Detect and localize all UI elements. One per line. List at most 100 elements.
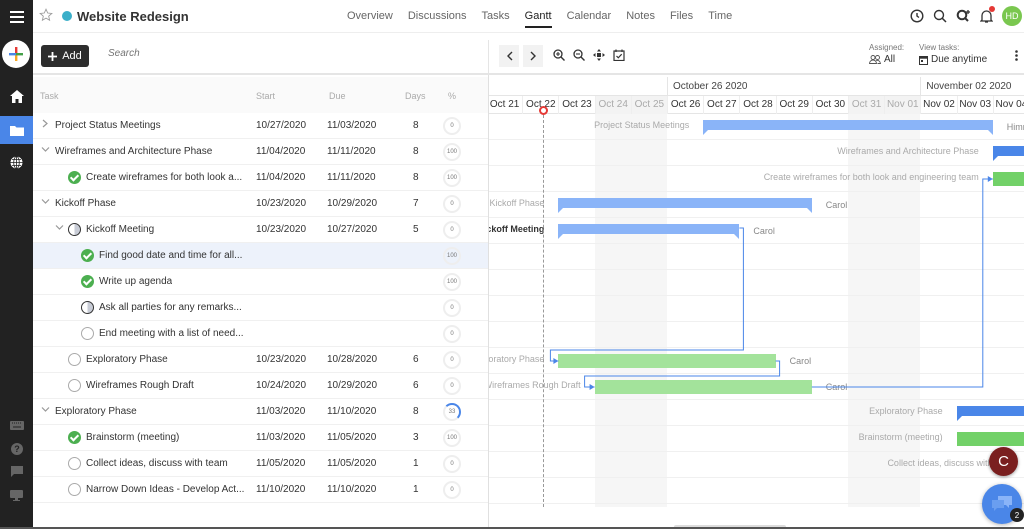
table-row[interactable]: Brainstorm (meeting) 11/03/2020 11/05/2020… bbox=[33, 425, 488, 451]
empty-circle-icon[interactable] bbox=[68, 379, 81, 392]
sidebar-item-keyboard[interactable] bbox=[0, 418, 33, 432]
table-row[interactable]: Kickoff Phase 10/23/2020 10/29/2020 7 0 bbox=[33, 191, 488, 217]
chevron-down-icon[interactable] bbox=[55, 223, 64, 232]
check-circle-icon[interactable] bbox=[81, 249, 94, 262]
empty-circle-icon[interactable] bbox=[68, 457, 81, 470]
task-name[interactable]: Brainstorm (meeting) bbox=[86, 432, 179, 443]
sidebar-item-chat[interactable] bbox=[0, 463, 33, 479]
user-avatar[interactable]: HD bbox=[1002, 6, 1022, 26]
menu-icon[interactable] bbox=[0, 4, 33, 30]
next-button[interactable] bbox=[523, 45, 543, 67]
prev-button[interactable] bbox=[499, 45, 519, 67]
gantt-summary-bar[interactable] bbox=[558, 224, 740, 239]
task-name[interactable]: Kickoff Meeting bbox=[86, 224, 154, 235]
task-name[interactable]: Create wireframes for both look a... bbox=[86, 172, 242, 183]
check-circle-icon[interactable] bbox=[68, 431, 81, 444]
sidebar-item-projects[interactable] bbox=[0, 116, 33, 144]
table-row[interactable]: Ask all parties for any remarks... 0 bbox=[33, 295, 488, 321]
table-row[interactable]: Wireframes Rough Draft 10/24/2020 10/29/20… bbox=[33, 373, 488, 399]
task-start: 10/27/2020 bbox=[256, 120, 307, 131]
table-row[interactable]: Exploratory Phase 11/03/2020 11/10/2020 8 33 bbox=[33, 399, 488, 425]
global-search-button[interactable] bbox=[933, 9, 947, 23]
gantt-summary-bar[interactable] bbox=[558, 198, 813, 213]
task-name[interactable]: Write up agenda bbox=[99, 276, 172, 287]
task-name[interactable]: Collect ideas, discuss with team bbox=[86, 458, 228, 469]
task-name[interactable]: Narrow Down Ideas - Develop Act... bbox=[86, 484, 244, 495]
add-search-button[interactable] bbox=[956, 9, 970, 23]
task-name[interactable]: Exploratory Phase bbox=[86, 354, 168, 365]
view-tasks-filter[interactable]: View tasks: Due anytime bbox=[919, 43, 987, 65]
quick-add-button[interactable] bbox=[2, 40, 30, 68]
table-row[interactable]: Find good date and time for all... 100 bbox=[33, 243, 488, 269]
table-row[interactable]: Narrow Down Ideas - Develop Act... 11/10/… bbox=[33, 477, 488, 503]
task-name[interactable]: Find good date and time for all... bbox=[99, 250, 242, 261]
check-circle-icon[interactable] bbox=[81, 275, 94, 288]
task-name[interactable]: Ask all parties for any remarks... bbox=[99, 302, 242, 313]
empty-circle-icon[interactable] bbox=[81, 327, 94, 340]
gantt-summary-bar[interactable] bbox=[956, 406, 1024, 421]
calendar-check-icon[interactable] bbox=[613, 49, 625, 61]
gantt-task-bar[interactable] bbox=[558, 354, 776, 368]
notifications-button[interactable] bbox=[979, 6, 995, 23]
tab-time[interactable]: Time bbox=[708, 10, 732, 30]
header-task[interactable]: Task bbox=[40, 91, 59, 101]
sidebar-item-help[interactable]: ? bbox=[0, 441, 33, 457]
table-row[interactable]: Create wireframes for both look a... 11/0… bbox=[33, 165, 488, 191]
half-circle-icon[interactable] bbox=[68, 223, 81, 236]
table-row[interactable]: Collect ideas, discuss with team 11/05/20… bbox=[33, 451, 488, 477]
timer-button[interactable] bbox=[910, 9, 924, 23]
empty-circle-icon[interactable] bbox=[68, 353, 81, 366]
task-name[interactable]: Kickoff Phase bbox=[55, 198, 116, 209]
chevron-down-icon[interactable] bbox=[41, 197, 50, 206]
sidebar-item-home[interactable] bbox=[0, 84, 33, 108]
more-options-icon[interactable] bbox=[1015, 50, 1018, 64]
chevron-down-icon[interactable] bbox=[41, 145, 50, 154]
gantt-row bbox=[489, 244, 1024, 270]
table-row[interactable]: Kickoff Meeting 10/23/2020 10/27/2020 5 0 bbox=[33, 217, 488, 243]
zoom-out-icon[interactable] bbox=[573, 49, 585, 61]
table-row[interactable]: Project Status Meetings 10/27/2020 11/03/2… bbox=[33, 113, 488, 139]
table-row[interactable]: End meeting with a list of need... 0 bbox=[33, 321, 488, 347]
gantt-summary-bar[interactable] bbox=[992, 146, 1024, 161]
tab-notes[interactable]: Notes bbox=[626, 10, 655, 30]
chevron-down-icon[interactable] bbox=[41, 405, 50, 414]
sidebar-item-screen[interactable] bbox=[0, 487, 33, 503]
tab-overview[interactable]: Overview bbox=[347, 10, 393, 30]
header-percent[interactable]: % bbox=[448, 91, 456, 101]
assigned-filter[interactable]: Assigned: All bbox=[869, 43, 904, 65]
table-row[interactable]: Exploratory Phase 10/23/2020 10/28/2020 6 0 bbox=[33, 347, 488, 373]
today-marker[interactable] bbox=[539, 106, 548, 115]
add-button[interactable]: Add bbox=[41, 45, 89, 67]
gantt-task-bar[interactable] bbox=[956, 432, 1024, 446]
task-name[interactable]: Exploratory Phase bbox=[55, 406, 137, 417]
sidebar-item-globe[interactable] bbox=[0, 150, 33, 174]
gantt-summary-bar[interactable] bbox=[703, 120, 993, 135]
search-input[interactable] bbox=[108, 48, 308, 59]
chevron-right-icon[interactable] bbox=[41, 119, 50, 128]
gantt-task-bar[interactable] bbox=[594, 380, 812, 394]
task-name[interactable]: End meeting with a list of need... bbox=[99, 328, 244, 339]
tab-calendar[interactable]: Calendar bbox=[567, 10, 612, 30]
header-due[interactable]: Due bbox=[329, 91, 346, 101]
star-icon[interactable] bbox=[39, 8, 53, 22]
fit-move-icon[interactable] bbox=[593, 49, 605, 61]
gantt-task-bar[interactable] bbox=[992, 172, 1024, 186]
chat-button[interactable]: 2 bbox=[982, 484, 1024, 524]
header-days[interactable]: Days bbox=[405, 91, 426, 101]
check-circle-icon[interactable] bbox=[68, 171, 81, 184]
tab-tasks[interactable]: Tasks bbox=[482, 10, 510, 30]
table-row[interactable]: Wireframes and Architecture Phase 11/04/2… bbox=[33, 139, 488, 165]
empty-circle-icon[interactable] bbox=[68, 483, 81, 496]
task-name[interactable]: Wireframes and Architecture Phase bbox=[55, 146, 212, 157]
tab-discussions[interactable]: Discussions bbox=[408, 10, 467, 30]
tab-gantt[interactable]: Gantt bbox=[524, 10, 552, 30]
table-row[interactable]: Write up agenda 100 bbox=[33, 269, 488, 295]
task-name[interactable]: Project Status Meetings bbox=[55, 120, 161, 131]
task-name[interactable]: Wireframes Rough Draft bbox=[86, 380, 194, 391]
header-start[interactable]: Start bbox=[256, 91, 275, 101]
zoom-in-icon[interactable] bbox=[553, 49, 565, 61]
search-icon bbox=[933, 9, 947, 23]
half-circle-icon[interactable] bbox=[81, 301, 94, 314]
collaborator-avatar[interactable]: C bbox=[989, 447, 1018, 476]
tab-files[interactable]: Files bbox=[670, 10, 693, 30]
